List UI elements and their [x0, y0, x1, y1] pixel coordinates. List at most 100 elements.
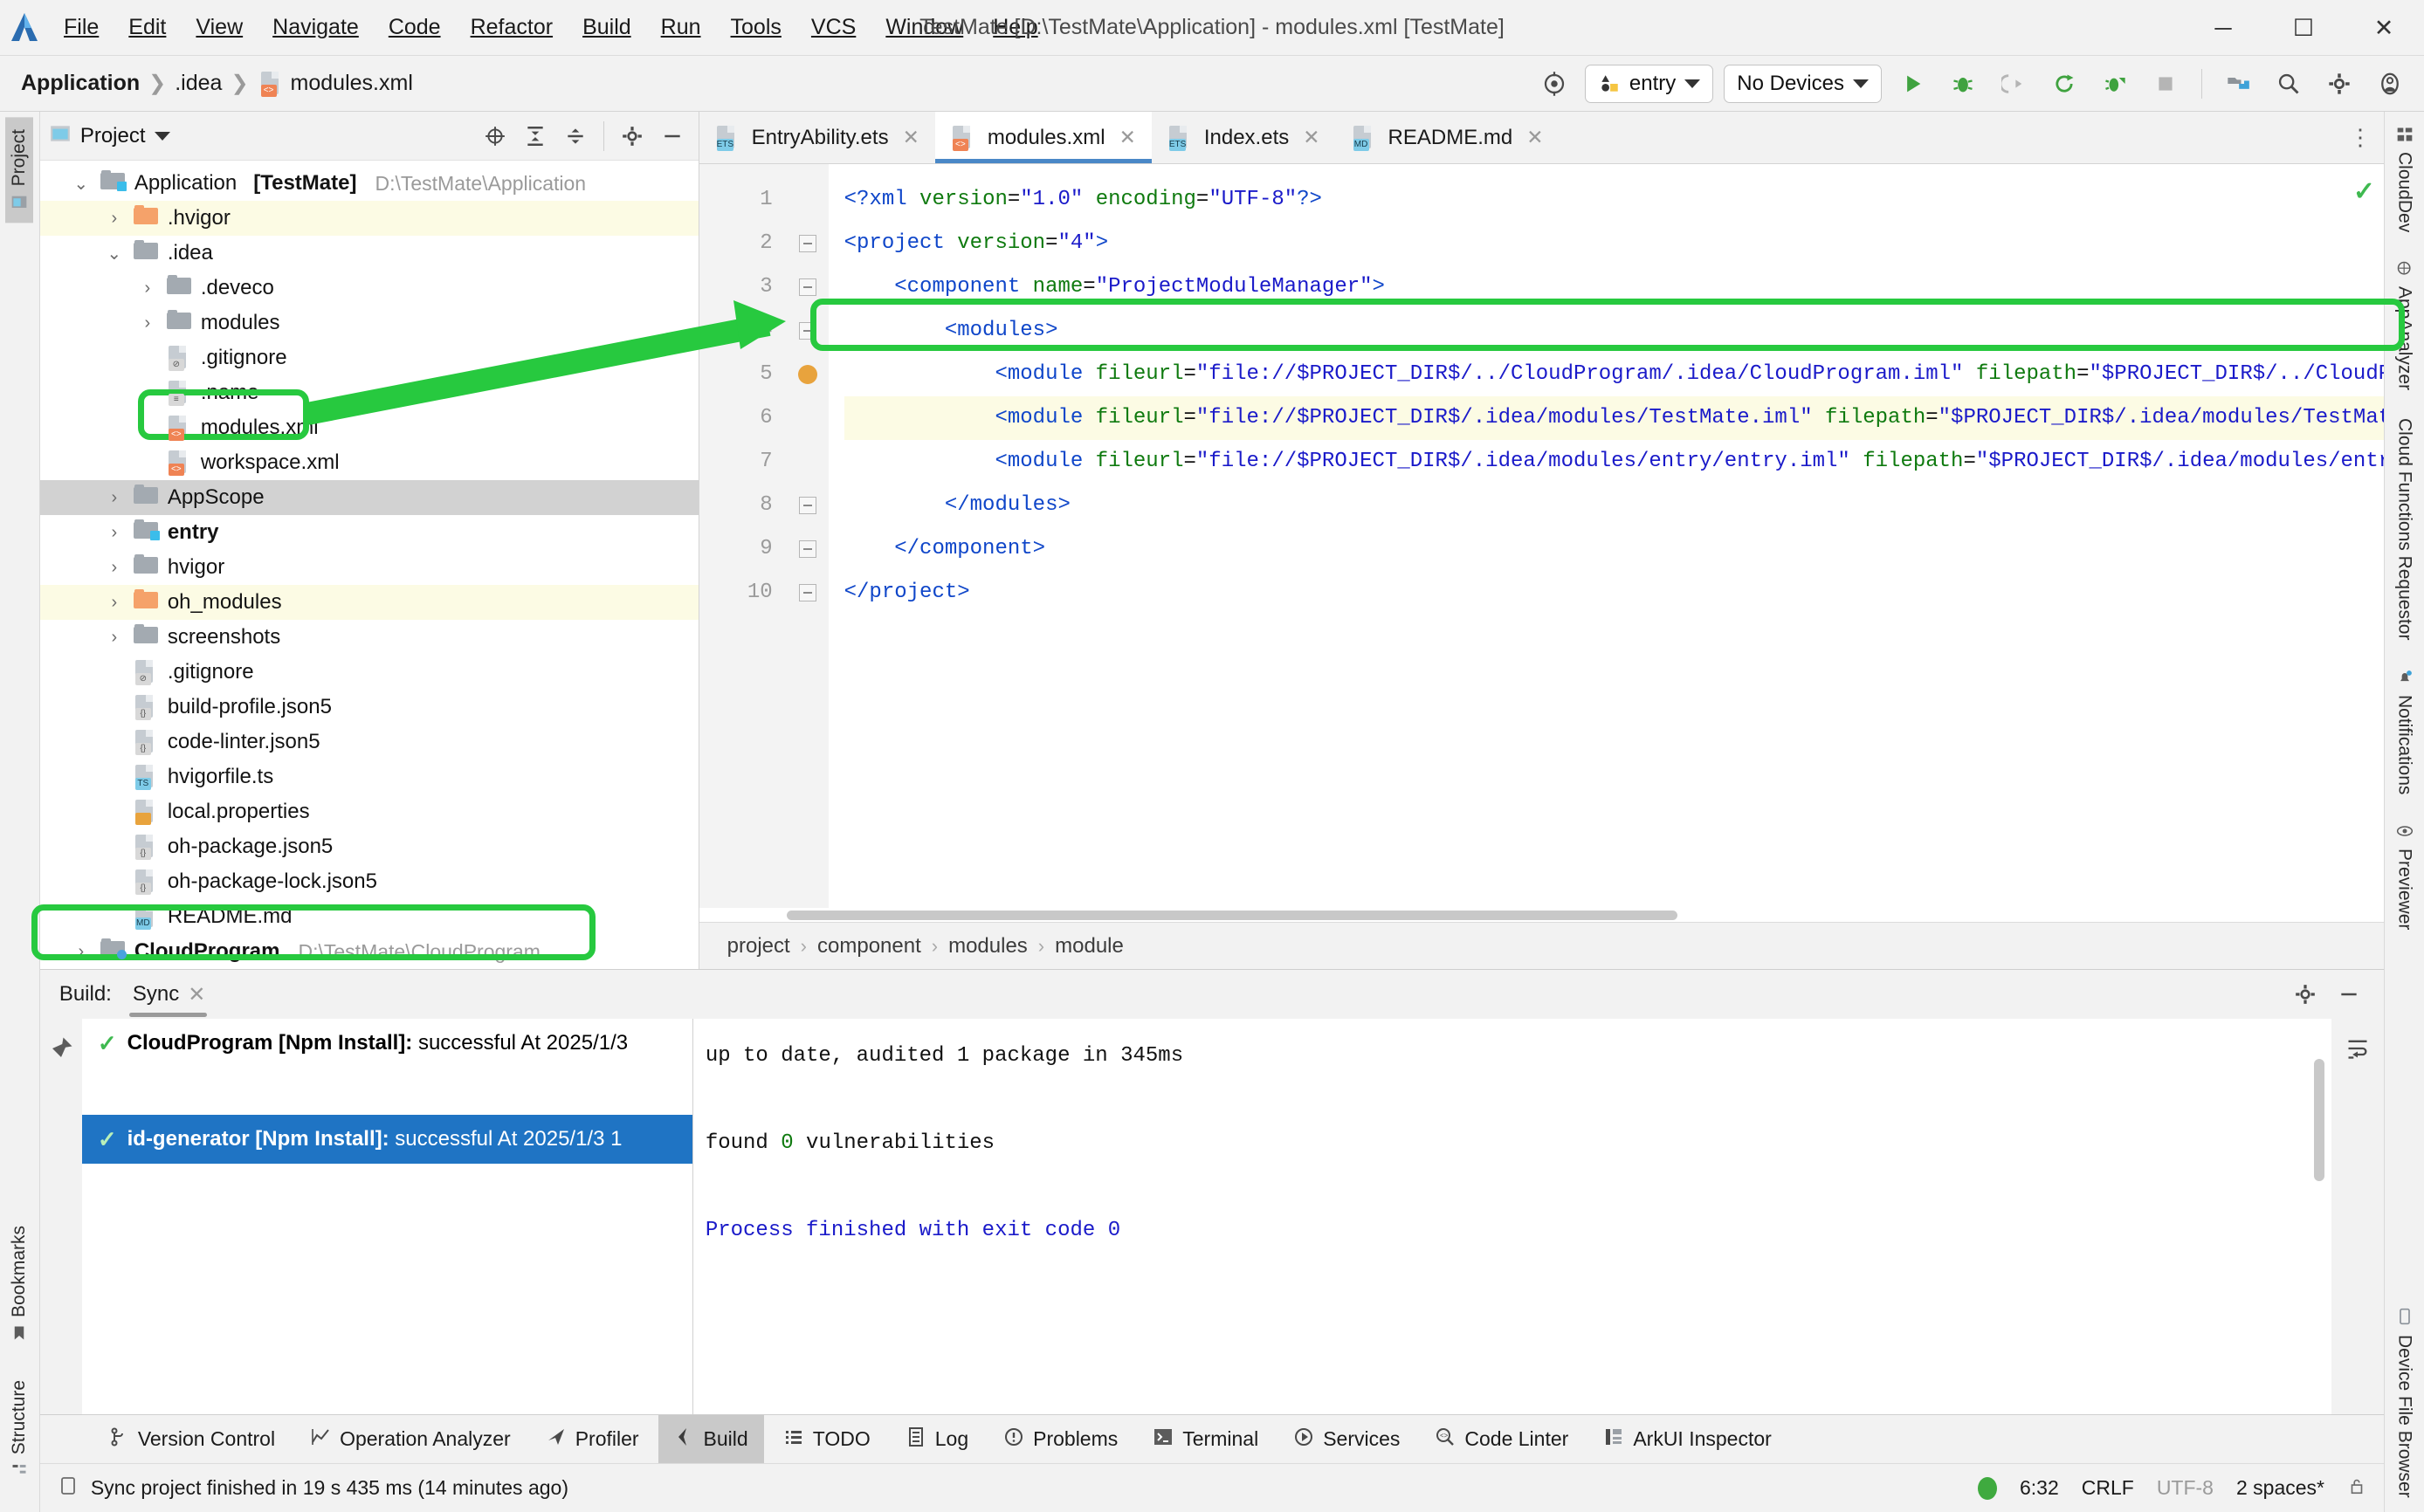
menu-item-tools[interactable]: Tools [716, 10, 796, 45]
chevron-down-icon[interactable]: ⌄ [103, 243, 126, 265]
tool-window-clouddev[interactable]: CloudDev [2391, 112, 2419, 246]
menu-item-file[interactable]: File [49, 10, 114, 45]
gear-icon[interactable] [2288, 977, 2323, 1012]
code-line[interactable]: </modules> [844, 484, 2384, 527]
chevron-right-icon[interactable]: › [103, 523, 126, 543]
close-icon[interactable]: ✕ [1119, 126, 1136, 149]
inspection-status[interactable]: ✓ [2353, 176, 2375, 207]
chevron-right-icon[interactable]: › [70, 942, 93, 962]
caret-position[interactable]: 6:32 [2020, 1476, 2059, 1500]
build-result-row[interactable]: ✓ CloudProgram [Npm Install]: successful … [82, 1019, 692, 1068]
tree-item--idea[interactable]: ⌄ .idea [40, 236, 699, 271]
bottom-tab-code-linter[interactable]: <> Code Linter [1419, 1415, 1584, 1464]
breakpoint-marker[interactable] [787, 353, 829, 396]
gear-icon[interactable] [615, 119, 650, 154]
indent-setting[interactable]: 2 spaces* [2236, 1476, 2324, 1500]
menu-item-help[interactable]: Help [978, 10, 1052, 45]
settings-icon[interactable] [2319, 64, 2359, 104]
fold-marker[interactable] [787, 484, 829, 527]
hide-icon[interactable] [655, 119, 690, 154]
build-project-icon[interactable] [2218, 64, 2258, 104]
chevron-down-icon[interactable]: ⌄ [70, 173, 93, 195]
chevron-right-icon[interactable]: › [103, 558, 126, 578]
code-editor[interactable]: 1 2 3 4 5 6 7 8 9 10 <?xml version="1.0"… [699, 164, 2384, 908]
editor-breadcrumb-project[interactable]: project [719, 934, 799, 959]
code-line[interactable]: </component> [844, 527, 2384, 571]
minimize-icon[interactable]: ─ [2183, 0, 2263, 56]
editor-breadcrumb-modules[interactable]: modules [940, 934, 1036, 959]
expand-all-icon[interactable] [518, 119, 553, 154]
file-encoding[interactable]: UTF-8 [2157, 1476, 2214, 1500]
tree-item--gitignore[interactable]: ⊘ .gitignore [40, 655, 699, 690]
chevron-right-icon[interactable]: › [136, 278, 159, 299]
bottom-tab-build[interactable]: Build [658, 1414, 764, 1464]
editor-tab-index-ets[interactable]: ETS Index.ets ✕ [1152, 112, 1336, 163]
code-content[interactable]: <?xml version="1.0" encoding="UTF-8"?> <p… [829, 164, 2384, 908]
editor-horizontal-scrollbar[interactable] [786, 911, 1677, 920]
chevron-right-icon[interactable]: › [103, 593, 126, 613]
rerun-icon[interactable] [2044, 64, 2084, 104]
build-result-row[interactable]: ✓ id-generator [Npm Install]: successful … [81, 1115, 692, 1164]
run-configuration-selector[interactable]: entry [1584, 65, 1714, 103]
close-icon[interactable]: ✕ [1303, 126, 1319, 149]
tree-item-code-linter-json5[interactable]: {} code-linter.json5 [40, 725, 699, 759]
menu-item-edit[interactable]: Edit [114, 10, 181, 45]
search-everywhere-icon[interactable] [2269, 64, 2309, 104]
bottom-tool-tabs[interactable]: Version Control Operation Analyzer Profile… [39, 1414, 2384, 1464]
soft-wrap-icon[interactable] [2340, 1031, 2375, 1066]
tool-window-notifications[interactable]: Notifications [2391, 655, 2419, 808]
lock-icon[interactable] [2347, 1474, 2366, 1502]
build-output-console[interactable]: up to date, audited 1 package in 345ms f… [692, 1019, 2331, 1414]
menu-item-navigate[interactable]: Navigate [258, 10, 374, 45]
breadcrumb[interactable]: Application ❯ .idea ❯ <> modules.xml [16, 71, 418, 97]
code-line[interactable]: <modules> [844, 309, 2384, 353]
chevron-right-icon[interactable]: › [103, 488, 126, 508]
stop-icon[interactable] [2145, 64, 2186, 104]
tree-item-cloudprogram[interactable]: › CloudProgram D:\TestMate\CloudProgram [40, 934, 699, 969]
collapse-all-icon[interactable] [558, 119, 593, 154]
window-controls[interactable]: ─ ☐ ✕ [2183, 0, 2424, 56]
editor-tab-readme-md[interactable]: MD README.md ✕ [1336, 112, 1560, 163]
editor-tab-entryability-ets[interactable]: ETS EntryAbility.ets ✕ [699, 112, 935, 163]
chevron-right-icon[interactable]: › [136, 313, 159, 333]
debug-icon[interactable] [1943, 64, 1983, 104]
fold-marker[interactable] [787, 222, 829, 265]
build-tab-sync[interactable]: Sync ✕ [127, 982, 214, 1017]
tool-window-previewer[interactable]: Previewer [2391, 808, 2419, 944]
editor-breadcrumb-module[interactable]: module [1046, 934, 1133, 959]
editor-horizontal-scroll-area[interactable] [699, 908, 2384, 922]
chevron-down-icon[interactable] [154, 131, 170, 141]
maximize-icon[interactable]: ☐ [2263, 0, 2344, 56]
bottom-tab-problems[interactable]: Problems [988, 1415, 1133, 1464]
tree-item-workspace-xml[interactable]: <> workspace.xml [40, 445, 699, 480]
tool-window-appanalyzer[interactable]: AppAnalyzer [2391, 246, 2419, 404]
tree-item-appscope[interactable]: › AppScope [39, 480, 699, 515]
code-line[interactable]: <project version="4"> [844, 222, 2384, 265]
tree-item-screenshots[interactable]: › screenshots [40, 620, 699, 655]
tool-window-device-file-browser[interactable]: Device File Browser [2391, 1293, 2419, 1512]
editor-breadcrumb-component[interactable]: component [809, 934, 930, 959]
tree-item-hvigor[interactable]: › hvigor [40, 550, 699, 585]
close-icon[interactable]: ✕ [2344, 0, 2424, 56]
bottom-tab-operation-analyzer[interactable]: Operation Analyzer [294, 1415, 527, 1464]
menu-item-build[interactable]: Build [568, 10, 646, 45]
tool-window-cloud-functions-requestor[interactable]: Cloud Functions Requestor [2391, 404, 2419, 654]
menu-item-refactor[interactable]: Refactor [456, 10, 568, 45]
code-line[interactable]: <?xml version="1.0" encoding="UTF-8"?> [844, 178, 2384, 222]
close-icon[interactable]: ✕ [188, 982, 205, 1007]
account-icon[interactable] [2370, 64, 2410, 104]
tool-window-bookmarks[interactable]: Bookmarks [5, 1213, 33, 1354]
tree-item-modules[interactable]: › modules [40, 306, 699, 340]
project-tree[interactable]: ⌄ Application [TestMate] D:\TestMate\Applic… [39, 161, 699, 969]
tree-item-oh-package-lock-json5[interactable]: {} oh-package-lock.json5 [40, 864, 699, 899]
hide-icon[interactable] [2331, 977, 2366, 1012]
editor-tab-modules-xml[interactable]: <> modules.xml ✕ [934, 112, 1152, 163]
editor-breadcrumb-bar[interactable]: project › component › modules › module [699, 922, 2384, 969]
attach-debugger-icon[interactable] [1994, 64, 2034, 104]
build-result-tree[interactable]: ✓ CloudProgram [Npm Install]: successful … [81, 1019, 693, 1414]
tree-item--hvigor[interactable]: › .hvigor [39, 201, 699, 236]
code-line[interactable]: <component name="ProjectModuleManager"> [844, 265, 2384, 309]
tree-item-hvigorfile-ts[interactable]: TS hvigorfile.ts [40, 759, 699, 794]
code-line[interactable]: <module fileurl="file://$PROJECT_DIR$/.i… [844, 396, 2384, 440]
select-opened-file-icon[interactable] [478, 119, 513, 154]
